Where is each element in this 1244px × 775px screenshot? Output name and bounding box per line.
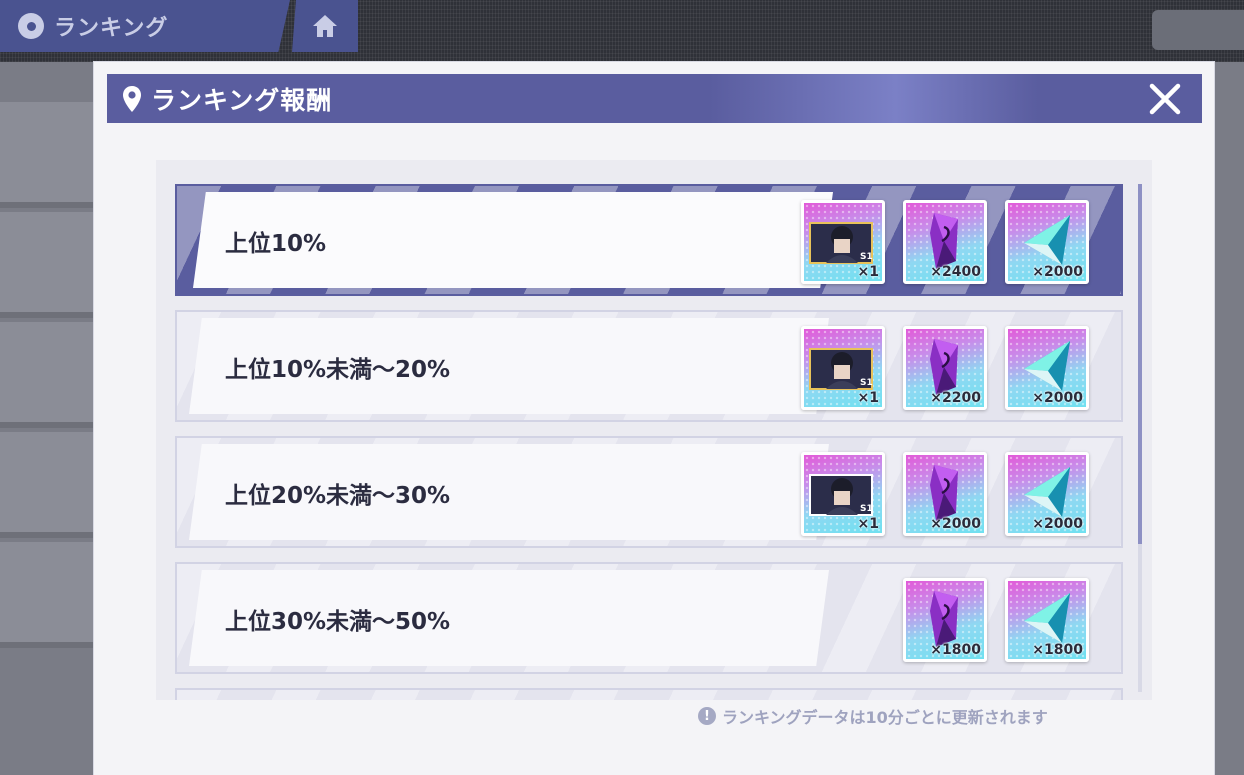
reward-row-partial — [175, 688, 1123, 700]
reward-quantity: ×2400 — [930, 264, 981, 280]
reward-quantity: ×2000 — [1032, 264, 1083, 280]
reward-quantity: ×2000 — [1032, 390, 1083, 406]
scrollbar-thumb[interactable] — [1138, 184, 1142, 544]
reward-item[interactable]: S1 ×1 — [801, 200, 885, 284]
dialog-title: ランキング報酬 — [151, 85, 333, 115]
reward-row: 上位20%未満～30% S1 ×1 ×2000 ×2000 — [175, 436, 1123, 548]
reward-item[interactable]: ×2000 — [903, 452, 987, 536]
reward-quantity: ×2000 — [930, 516, 981, 532]
rank-label: 上位30%未満～50% — [225, 609, 451, 635]
svg-text:S1: S1 — [860, 504, 873, 514]
rank-label: 上位10% — [225, 231, 327, 257]
reward-item[interactable]: ×2000 — [1005, 452, 1089, 536]
ranking-tab[interactable]: ランキング — [0, 0, 290, 52]
rank-label: 上位20%未満～30% — [225, 483, 451, 509]
ranking-reward-dialog: ランキング報酬 上位10% S1 ×1 ×2400 ×2000 上位10%未満～… — [94, 62, 1214, 775]
reward-row: 上位10% S1 ×1 ×2400 ×2000 — [175, 184, 1123, 296]
reward-item[interactable]: ×1800 — [903, 578, 987, 662]
location-pin-icon — [121, 84, 143, 114]
reward-list-viewport: 上位10% S1 ×1 ×2400 ×2000 上位10%未満～20% S1 ×… — [175, 184, 1127, 700]
reward-item[interactable]: ×2200 — [903, 326, 987, 410]
background-corner-button — [1152, 10, 1244, 50]
update-notice: ! ランキングデータは10分ごとに更新されます — [698, 704, 1048, 728]
reward-list[interactable]: 上位10% S1 ×1 ×2400 ×2000 上位10%未満～20% S1 ×… — [156, 160, 1152, 700]
reward-item[interactable]: ×2000 — [1005, 200, 1089, 284]
reward-item[interactable]: ×2400 — [903, 200, 987, 284]
location-pin-icon — [18, 13, 44, 39]
svg-text:S1: S1 — [860, 252, 873, 262]
reward-quantity: ×1 — [857, 516, 879, 532]
reward-row: 上位10%未満～20% S1 ×1 ×2200 ×2000 — [175, 310, 1123, 422]
reward-item[interactable]: ×1800 — [1005, 578, 1089, 662]
reward-quantity: ×1 — [857, 264, 879, 280]
reward-item[interactable]: S1 ×1 — [801, 326, 885, 410]
home-button[interactable] — [292, 0, 358, 52]
reward-quantity: ×2000 — [1032, 516, 1083, 532]
ranking-tab-label: ランキング — [54, 16, 169, 41]
reward-quantity: ×1800 — [1032, 642, 1083, 658]
reward-quantity: ×1800 — [930, 642, 981, 658]
svg-text:S1: S1 — [860, 378, 873, 388]
background-right-panel — [1214, 62, 1244, 775]
info-icon: ! — [698, 707, 716, 725]
reward-quantity: ×1 — [857, 390, 879, 406]
reward-item[interactable]: S1 ×1 — [801, 452, 885, 536]
reward-item[interactable]: ×2000 — [1005, 326, 1089, 410]
reward-row: 上位30%未満～50% ×1800 ×1800 — [175, 562, 1123, 674]
dialog-header: ランキング報酬 — [107, 74, 1202, 123]
update-notice-text: ランキングデータは10分ごとに更新されます — [722, 708, 1048, 727]
reward-quantity: ×2200 — [930, 390, 981, 406]
rank-label: 上位10%未満～20% — [225, 357, 451, 383]
close-button[interactable] — [1146, 80, 1184, 118]
close-icon — [1149, 83, 1181, 115]
background-side-panel — [0, 62, 94, 775]
home-icon — [313, 15, 337, 37]
